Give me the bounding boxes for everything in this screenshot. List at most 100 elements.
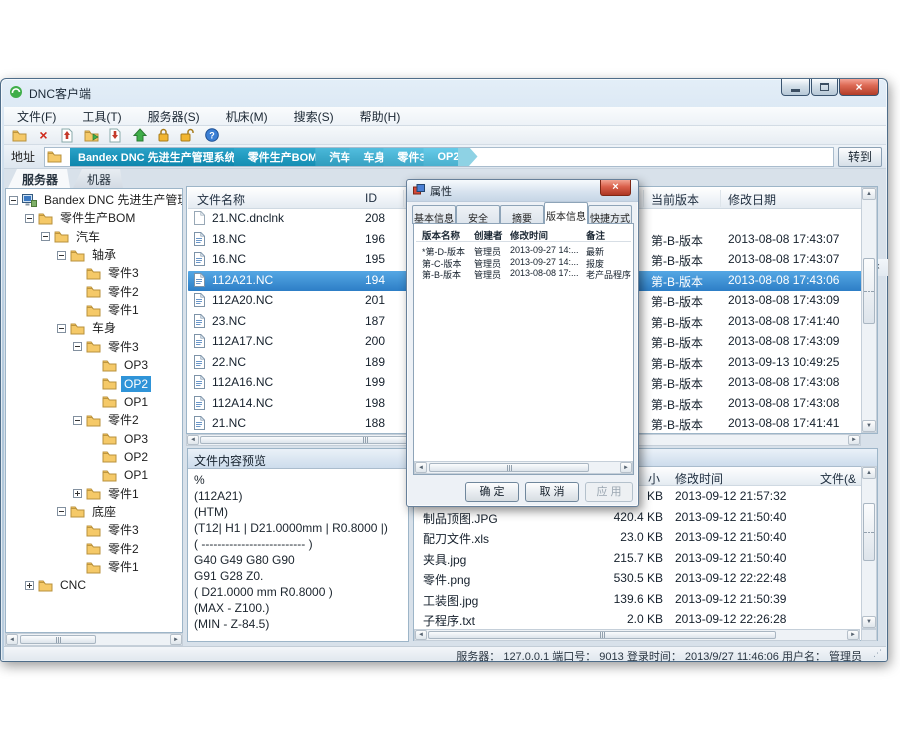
unlock-button[interactable] xyxy=(179,127,196,144)
menu-item-4[interactable]: 机床(M) xyxy=(213,106,281,127)
scroll-thumb[interactable] xyxy=(20,635,96,644)
menu-item-1[interactable]: 文件(F) xyxy=(4,106,69,127)
scroll-left-icon[interactable]: ◄ xyxy=(415,462,427,473)
tab-machine[interactable]: 机器 xyxy=(73,169,123,188)
scroll-up-icon[interactable]: ▲ xyxy=(862,188,876,200)
tree-item[interactable]: 底座 xyxy=(57,503,119,521)
menu-item-6[interactable]: 帮助(H) xyxy=(347,106,414,127)
scroll-down-icon[interactable]: ▼ xyxy=(862,616,876,628)
dialog-tab-5[interactable]: 快捷方式 xyxy=(588,205,632,224)
import-folder-button[interactable] xyxy=(83,127,100,144)
col-modified-time[interactable]: 修改时间 xyxy=(675,470,723,487)
col-file[interactable]: 文件(& xyxy=(820,470,856,487)
scroll-thumb[interactable] xyxy=(863,258,875,324)
cancel-button[interactable]: 取 消 xyxy=(525,482,579,502)
resize-grip[interactable]: ⋰ xyxy=(873,648,882,659)
tree-item[interactable]: OP2 xyxy=(89,375,151,393)
dialog-tab-4[interactable]: 版本信息 xyxy=(544,202,588,224)
tree-item[interactable]: 零件2 xyxy=(73,283,142,301)
tree-item[interactable]: 零件生产BOM xyxy=(25,209,138,227)
related-file-row[interactable]: 夹具.jpg215.7 KB2013-09-12 21:50:40 xyxy=(415,548,862,568)
scrollbar-related-vertical[interactable]: ▲▼ xyxy=(861,466,877,629)
menu-item-5[interactable]: 搜索(S) xyxy=(281,106,347,127)
tree-item[interactable]: 零件3 xyxy=(73,264,142,282)
tree-item[interactable]: OP2 xyxy=(89,448,151,466)
scroll-right-icon[interactable]: ► xyxy=(847,630,859,640)
scroll-left-icon[interactable]: ◄ xyxy=(187,435,199,445)
maximize-button[interactable] xyxy=(811,79,838,96)
scroll-left-icon[interactable]: ◄ xyxy=(6,634,18,645)
scroll-thumb[interactable] xyxy=(429,463,589,472)
collapse-icon[interactable] xyxy=(41,232,50,241)
scrollbar-filelist-vertical[interactable]: ▲▼ xyxy=(861,187,877,433)
close-button[interactable]: × xyxy=(839,79,879,96)
tree-item[interactable]: 汽车 xyxy=(41,228,103,246)
col-id[interactable]: ID xyxy=(365,191,377,205)
send-up-button[interactable] xyxy=(131,127,148,144)
collapse-icon[interactable] xyxy=(57,324,66,333)
tree-item[interactable]: 零件1 xyxy=(73,558,142,576)
tree-item[interactable]: Bandex DNC 先进生产管理系 xyxy=(9,191,183,209)
tree-item[interactable]: CNC xyxy=(25,576,89,594)
collapse-icon[interactable] xyxy=(9,196,18,205)
breadcrumb-segment-2[interactable]: 零件生产BOM xyxy=(234,147,325,167)
scrollbar-related-horizontal[interactable]: ◄► xyxy=(414,629,860,641)
scrollbar-dialog-horizontal[interactable]: ◄► xyxy=(414,461,633,474)
tree-item[interactable]: 轴承 xyxy=(57,246,119,264)
scroll-up-icon[interactable]: ▲ xyxy=(862,467,876,479)
col-current-version[interactable]: 当前版本 xyxy=(651,191,699,208)
scrollbar-tree-horizontal[interactable]: ◄► xyxy=(5,633,183,646)
version-row[interactable]: *第-D-版本管理员2013-09-27 14:...最新 xyxy=(416,245,631,256)
go-button[interactable]: 转到 xyxy=(838,147,882,167)
scroll-right-icon[interactable]: ► xyxy=(620,462,632,473)
tab-server[interactable]: 服务器 xyxy=(8,169,70,188)
address-field[interactable]: Bandex DNC 先进生产管理系统零件生产BOM汽车车身零件3OP2 xyxy=(44,147,834,167)
delete-button[interactable]: × xyxy=(35,127,52,144)
dialog-tab-2[interactable]: 安全 xyxy=(456,205,500,224)
tree-item[interactable]: 零件1 xyxy=(73,301,142,319)
tree-item[interactable]: 车身 xyxy=(57,319,119,337)
dialog-tab-3[interactable]: 摘要 xyxy=(500,205,544,224)
ok-button[interactable]: 确 定 xyxy=(465,482,519,502)
related-file-row[interactable]: 制品顶图.JPG420.4 KB2013-09-12 21:50:40 xyxy=(415,507,862,527)
collapse-icon[interactable] xyxy=(57,507,66,516)
scroll-left-icon[interactable]: ◄ xyxy=(415,630,427,640)
dialog-tab-1[interactable]: 基本信息 xyxy=(412,205,456,224)
collapse-icon[interactable] xyxy=(73,416,82,425)
help-button[interactable]: ? xyxy=(203,127,220,144)
scroll-right-icon[interactable]: ► xyxy=(848,435,860,445)
collapse-icon[interactable] xyxy=(73,342,82,351)
menu-item-3[interactable]: 服务器(S) xyxy=(135,106,213,127)
scroll-thumb[interactable] xyxy=(428,631,776,639)
tree-item[interactable]: 零件2 xyxy=(73,411,142,429)
col-modified-date[interactable]: 修改日期 xyxy=(728,191,776,208)
tree-item[interactable]: OP3 xyxy=(89,356,151,374)
col-size[interactable]: 小 xyxy=(648,470,660,487)
version-row[interactable]: 第-C-版本管理员2013-09-27 14:...报废 xyxy=(416,257,631,268)
col-version-name[interactable]: 版本名称 xyxy=(422,228,460,242)
col-creator[interactable]: 创建者 xyxy=(474,228,503,242)
scroll-right-icon[interactable]: ► xyxy=(170,634,182,645)
menu-item-2[interactable]: 工具(T) xyxy=(69,106,134,127)
col-file-name[interactable]: 文件名称 xyxy=(197,191,245,208)
download-file-button[interactable] xyxy=(107,127,124,144)
related-file-row[interactable]: 配刀文件.xls23.0 KB2013-09-12 21:50:40 xyxy=(415,527,862,547)
tree-item[interactable]: OP1 xyxy=(89,466,151,484)
folder-button[interactable] xyxy=(11,127,28,144)
expand-icon[interactable] xyxy=(25,581,34,590)
tree-item[interactable]: OP3 xyxy=(89,430,151,448)
related-file-row[interactable]: 子程序.txt2.0 KB2013-09-12 22:26:28 xyxy=(415,609,862,629)
col-modify-time[interactable]: 修改时间 xyxy=(510,228,548,242)
related-file-row[interactable]: 工装图.jpg139.6 KB2013-09-12 21:50:39 xyxy=(415,589,862,609)
dialog-close-button[interactable]: × xyxy=(600,180,631,196)
tree-item[interactable]: 零件2 xyxy=(73,540,142,558)
tree-item[interactable]: 零件1 xyxy=(73,485,142,503)
upload-file-button[interactable] xyxy=(59,127,76,144)
scroll-down-icon[interactable]: ▼ xyxy=(862,420,876,432)
version-row[interactable]: 第-B-版本管理员2013-08-08 17:...老产品程序 xyxy=(416,268,631,279)
tree-item[interactable]: OP1 xyxy=(89,393,151,411)
collapse-icon[interactable] xyxy=(57,251,66,260)
minimize-button[interactable] xyxy=(781,79,810,96)
scroll-thumb[interactable] xyxy=(863,503,875,561)
breadcrumb-segment-1[interactable]: Bandex DNC 先进生产管理系统 xyxy=(70,147,243,167)
